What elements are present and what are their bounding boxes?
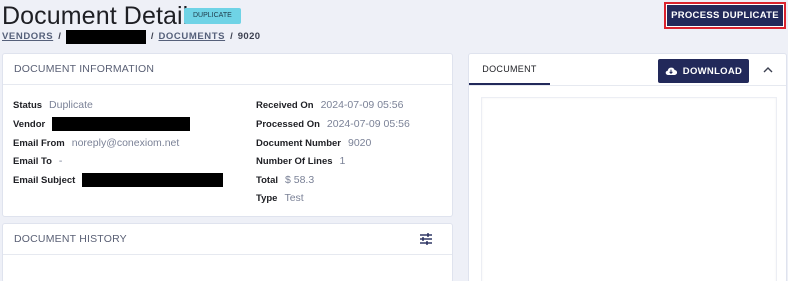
type-field: Type Test [256, 191, 304, 205]
breadcrumb-current: 9020 [237, 31, 261, 42]
document-history-card: DOCUMENT HISTORY [2, 223, 453, 281]
type-value: Test [284, 192, 304, 204]
status-field: Status Duplicate [13, 98, 93, 112]
download-label: DOWNLOAD [682, 65, 743, 77]
breadcrumb: VENDORS / / DOCUMENTS / 9020 [2, 29, 261, 44]
redacted-vendor-name [65, 29, 146, 44]
number-of-lines-label: Number Of Lines [256, 155, 333, 167]
total-label: Total [256, 174, 278, 186]
document-viewer[interactable] [481, 97, 777, 281]
document-number-value: 9020 [347, 137, 372, 149]
status-value: Duplicate [49, 99, 93, 111]
breadcrumb-separator: / [58, 31, 61, 42]
breadcrumb-vendors-link[interactable]: VENDORS [2, 31, 53, 42]
tab-divider [469, 85, 786, 86]
process-duplicate-button[interactable]: PROCESS DUPLICATE [664, 2, 786, 29]
type-label: Type [256, 192, 278, 204]
process-duplicate-label: PROCESS DUPLICATE [667, 5, 783, 26]
document-number-label: Document Number [256, 137, 341, 149]
tab-document[interactable]: DOCUMENT [469, 54, 550, 85]
page-title: Document Details [2, 2, 201, 30]
processed-on-value: 2024-07-09 05:56 [326, 118, 410, 130]
number-of-lines-value: 1 [339, 155, 346, 167]
email-from-value: noreply@conexiom.net [71, 137, 180, 149]
processed-on-label: Processed On [256, 118, 320, 130]
status-badge: DUPLICATE [184, 8, 241, 24]
redacted-vendor-value [52, 117, 191, 131]
document-history-title: DOCUMENT HISTORY [3, 224, 452, 255]
total-value: $ 58.3 [285, 174, 315, 186]
breadcrumb-documents-link[interactable]: DOCUMENTS [158, 31, 225, 42]
filter-settings-icon[interactable] [419, 232, 433, 246]
email-subject-label: Email Subject [13, 174, 76, 186]
breadcrumb-separator: / [150, 31, 154, 42]
email-to-label: Email To [13, 155, 52, 167]
number-of-lines-field: Number Of Lines 1 [256, 154, 345, 168]
email-from-field: Email From noreply@conexiom.net [13, 136, 179, 150]
vendor-field: Vendor [13, 117, 191, 131]
received-on-value: 2024-07-09 05:56 [320, 99, 404, 111]
email-subject-field: Email Subject [13, 173, 224, 187]
breadcrumb-separator: / [230, 31, 233, 42]
email-to-field: Email To - [13, 154, 62, 168]
document-preview-card: DOCUMENT DOWNLOAD [468, 53, 787, 281]
redacted-email-subject [82, 173, 224, 187]
processed-on-field: Processed On 2024-07-09 05:56 [256, 117, 410, 131]
download-button[interactable]: DOWNLOAD [658, 59, 749, 83]
status-label: Status [13, 99, 43, 111]
document-information-title: DOCUMENT INFORMATION [3, 54, 452, 85]
vendor-label: Vendor [13, 118, 46, 130]
cloud-download-icon [665, 67, 677, 76]
received-on-label: Received On [256, 99, 314, 111]
chevron-up-icon[interactable] [763, 66, 773, 73]
total-field: Total $ 58.3 [256, 173, 314, 187]
email-to-value: - [58, 155, 63, 167]
received-on-field: Received On 2024-07-09 05:56 [256, 98, 403, 112]
email-from-label: Email From [13, 137, 65, 149]
document-information-card: DOCUMENT INFORMATION Status Duplicate Ve… [2, 53, 453, 217]
document-number-field: Document Number 9020 [256, 136, 371, 150]
